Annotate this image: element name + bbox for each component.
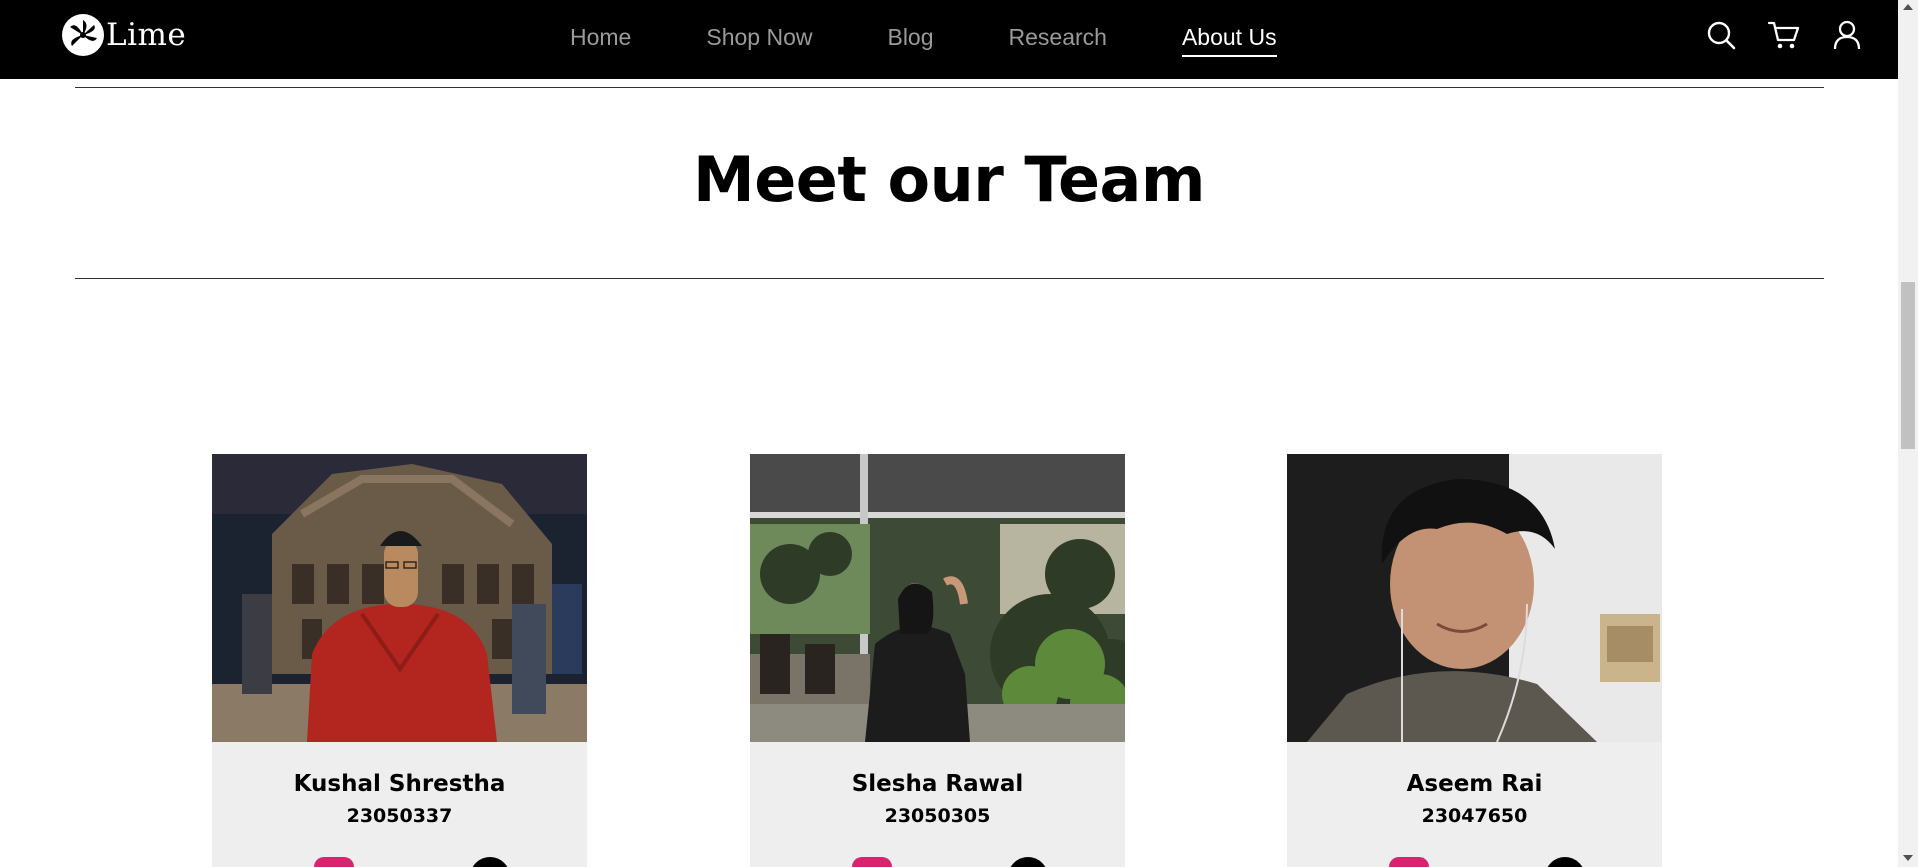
- lime-logo-icon: [62, 14, 104, 56]
- scroll-thumb[interactable]: [1901, 282, 1915, 449]
- brand-logo[interactable]: Lime: [62, 14, 186, 56]
- team-card: Aseem Rai 23047650: [1287, 454, 1662, 867]
- page-scrollbar[interactable]: [1898, 0, 1918, 867]
- top-navbar: Lime Home Shop Now Blog Research About U…: [0, 0, 1898, 79]
- team-member-id: 23050305: [884, 805, 991, 827]
- nav-about-us[interactable]: About Us: [1181, 24, 1277, 57]
- nav-blog[interactable]: Blog: [887, 24, 933, 57]
- instagram-icon[interactable]: [852, 857, 892, 867]
- github-icon[interactable]: [1545, 857, 1585, 867]
- github-icon[interactable]: [1008, 857, 1048, 867]
- user-icon[interactable]: [1830, 18, 1864, 52]
- search-icon[interactable]: [1704, 18, 1738, 52]
- section-title: Meet our Team: [693, 143, 1205, 216]
- team-member-photo: [212, 454, 587, 742]
- section-divider-bottom: [75, 278, 1824, 279]
- github-icon[interactable]: [470, 857, 510, 867]
- main-nav: Home Shop Now Blog Research About Us: [570, 0, 1352, 79]
- brand-name: Lime: [106, 17, 187, 53]
- nav-research[interactable]: Research: [1009, 24, 1107, 57]
- team-member-photo: [1287, 454, 1662, 742]
- team-member-name: Kushal Shrestha: [293, 771, 506, 797]
- team-card: Kushal Shrestha 23050337: [212, 454, 587, 867]
- team-card: Slesha Rawal 23050305: [750, 454, 1125, 867]
- section-divider-top: [75, 87, 1824, 88]
- team-member-id: 23050337: [346, 805, 453, 827]
- scroll-down-arrow-icon[interactable]: [1903, 855, 1913, 861]
- social-links: [1287, 857, 1662, 867]
- cart-icon[interactable]: [1767, 18, 1801, 52]
- team-member-name: Slesha Rawal: [851, 771, 1024, 797]
- instagram-icon[interactable]: [314, 857, 354, 867]
- nav-actions: [1675, 18, 1864, 52]
- scroll-up-arrow-icon[interactable]: [1903, 4, 1913, 10]
- nav-home[interactable]: Home: [570, 24, 631, 57]
- team-member-id: 23047650: [1421, 805, 1528, 827]
- instagram-icon[interactable]: [1389, 857, 1429, 867]
- social-links: [750, 857, 1125, 867]
- team-member-name: Aseem Rai: [1406, 771, 1543, 797]
- social-links: [212, 857, 587, 867]
- nav-shop-now[interactable]: Shop Now: [706, 24, 812, 57]
- team-member-photo: [750, 454, 1125, 742]
